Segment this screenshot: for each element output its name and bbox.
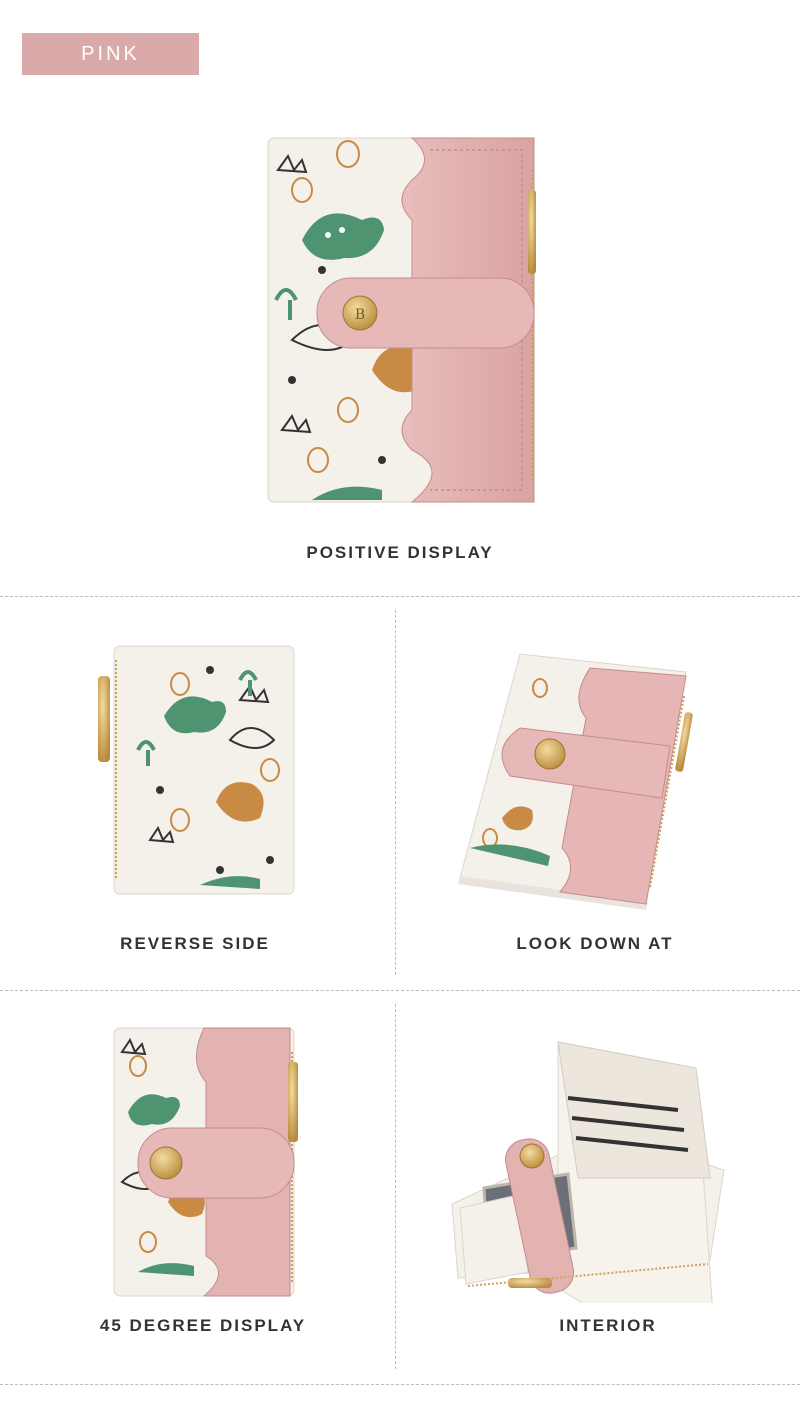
wallet-reverse-photo (90, 640, 305, 900)
divider-middle (0, 990, 800, 991)
caption-look-down-at: LOOK DOWN AT (516, 934, 674, 953)
caption-interior: INTERIOR (559, 1316, 657, 1335)
divider-vertical-upper (395, 610, 396, 975)
caption-positive-display: POSITIVE DISPLAY (306, 543, 494, 562)
color-badge: PINK (22, 33, 199, 75)
wallet-front-photo: B (262, 130, 562, 510)
wallet-interior-photo (448, 1028, 738, 1303)
caption-reverse-side: REVERSE SIDE (120, 934, 270, 953)
divider-top (0, 596, 800, 597)
wallet-45-degree-photo (108, 1022, 308, 1302)
divider-vertical-lower (395, 1004, 396, 1369)
caption-45-degree-display: 45 DEGREE DISPLAY (99, 1316, 307, 1335)
svg-text:B: B (355, 307, 365, 323)
divider-bottom (0, 1384, 800, 1385)
wallet-lookdown-photo (450, 648, 710, 918)
